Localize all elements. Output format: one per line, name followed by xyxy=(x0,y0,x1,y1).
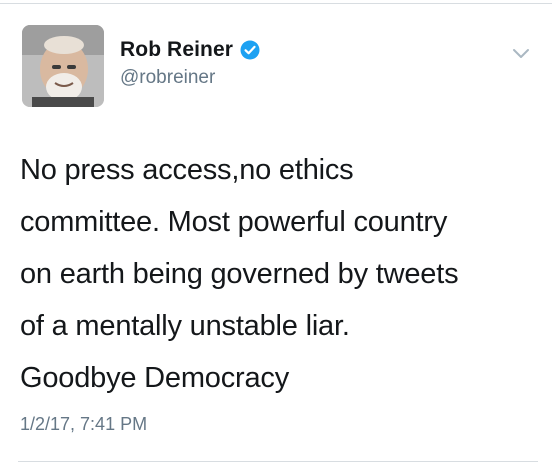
tweet-text-line: of a mentally unstable liar. xyxy=(20,310,350,342)
tweet-text-line: No press access,no ethics xyxy=(20,154,354,186)
tweet-text: No press access,no ethics committee. Mos… xyxy=(20,144,540,404)
name-row: Rob Reiner xyxy=(120,38,260,62)
tweet-text-line: Goodbye Democracy xyxy=(20,362,289,394)
author-handle[interactable]: @robreiner xyxy=(120,67,260,89)
chevron-down-icon[interactable] xyxy=(511,47,531,61)
tweet-text-line: on earth being governed by tweets xyxy=(20,258,459,290)
tweet-timestamp[interactable]: 1/2/17, 7:41 PM xyxy=(20,414,147,435)
bottom-divider xyxy=(18,461,538,462)
top-divider xyxy=(0,3,552,4)
tweet-text-line: committee. Most powerful country xyxy=(20,206,448,238)
avatar[interactable] xyxy=(22,25,104,107)
verified-badge-icon xyxy=(240,40,260,60)
tweet-author: Rob Reiner @robreiner xyxy=(120,38,260,89)
author-display-name[interactable]: Rob Reiner xyxy=(120,38,233,62)
